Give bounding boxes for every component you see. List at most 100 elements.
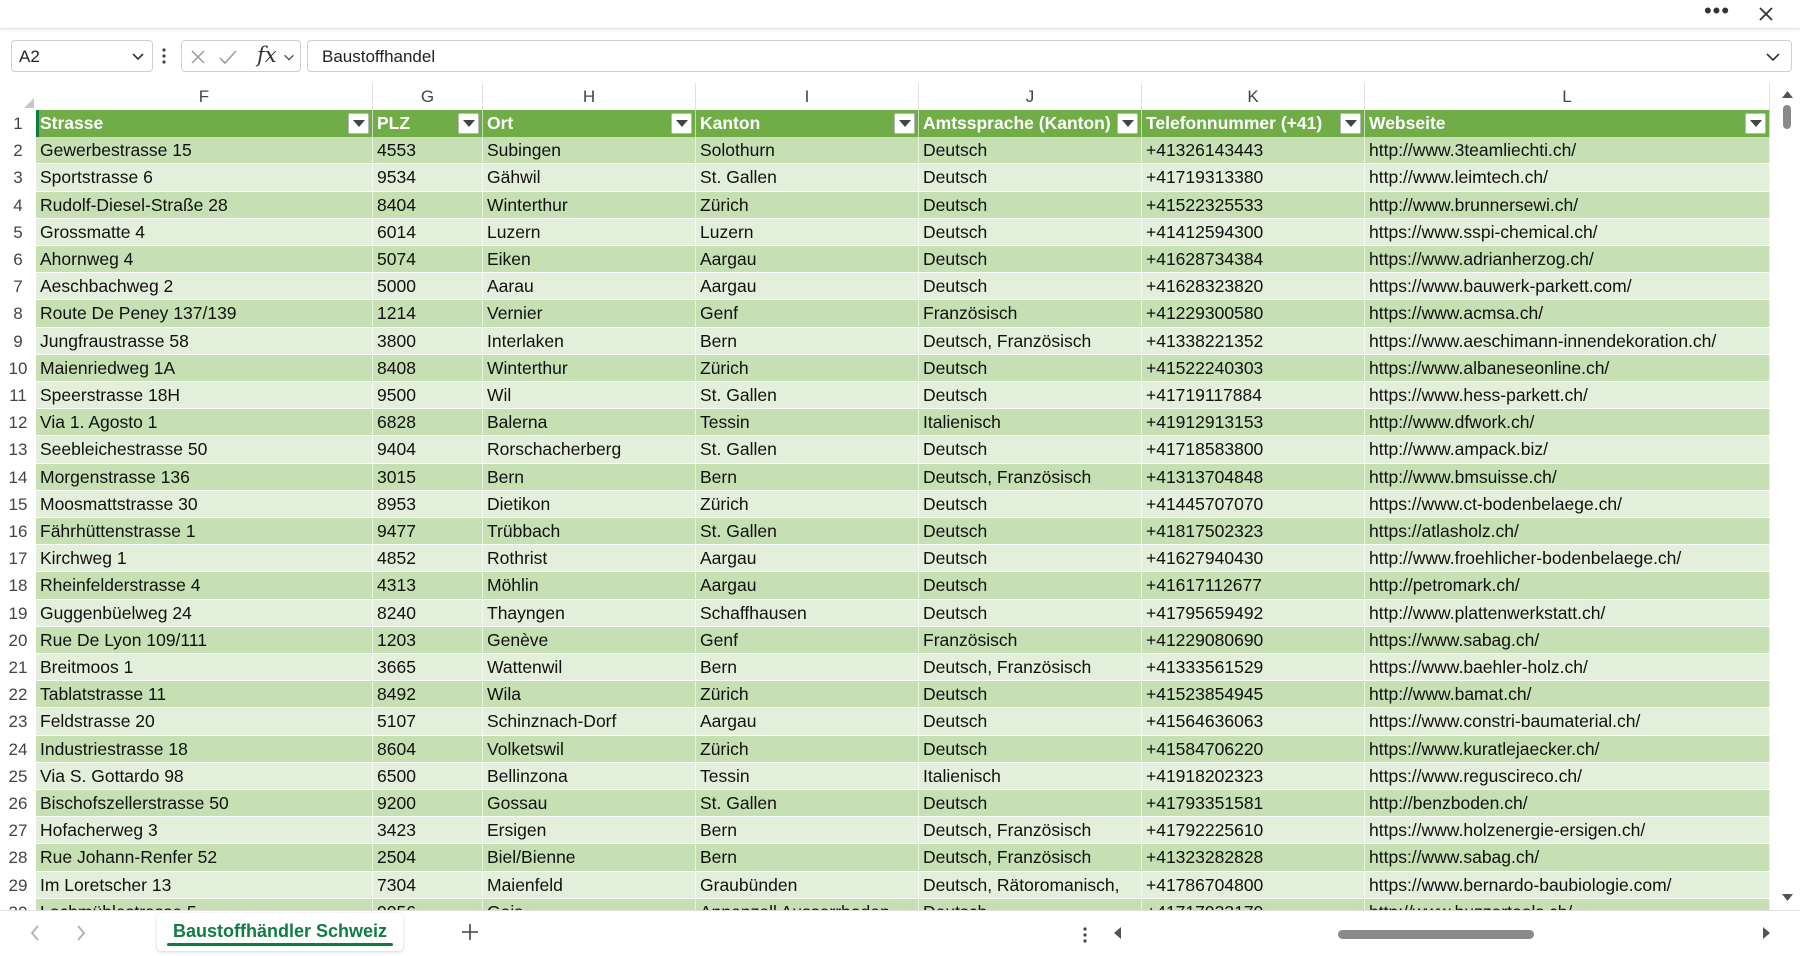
cell-amtssprache[interactable]: Deutsch, Französisch: [919, 654, 1142, 682]
close-button[interactable]: [1752, 3, 1780, 27]
column-header-j[interactable]: J: [919, 83, 1142, 110]
filter-dropdown-button[interactable]: [894, 113, 915, 134]
header-cell-strasse[interactable]: Strasse: [36, 110, 373, 138]
cell-strasse[interactable]: Breitmoos 1: [36, 654, 373, 682]
cell-plz[interactable]: 3423: [373, 817, 483, 845]
cell-webseite[interactable]: http://www.bamat.ch/: [1365, 681, 1770, 709]
cell-strasse[interactable]: Im Loretscher 13: [36, 871, 373, 899]
cell-webseite[interactable]: https://www.sabag.ch/: [1365, 626, 1770, 654]
cell-webseite[interactable]: https://www.hess-parkett.ch/: [1365, 382, 1770, 410]
cell-kanton[interactable]: Tessin: [696, 762, 919, 790]
row-number[interactable]: 11: [0, 382, 36, 410]
cell-plz[interactable]: 9477: [373, 518, 483, 546]
cell-kanton[interactable]: Graubünden: [696, 871, 919, 899]
header-cell-ort[interactable]: Ort: [483, 110, 696, 138]
cell-telefon[interactable]: +41522325533: [1142, 191, 1365, 219]
vertical-dots-icon[interactable]: [160, 47, 168, 65]
cell-telefon[interactable]: +41523854945: [1142, 681, 1365, 709]
cell-ort[interactable]: Luzern: [483, 218, 696, 246]
cell-strasse[interactable]: Rudolf-Diesel-Straße 28: [36, 191, 373, 219]
cell-strasse[interactable]: Seebleichestrasse 50: [36, 436, 373, 464]
cell-amtssprache[interactable]: Deutsch: [919, 246, 1142, 274]
cell-telefon[interactable]: +41792225610: [1142, 817, 1365, 845]
filter-dropdown-button[interactable]: [348, 113, 369, 134]
cell-kanton[interactable]: Bern: [696, 327, 919, 355]
cell-strasse[interactable]: Tablatstrasse 11: [36, 681, 373, 709]
vertical-dots-icon[interactable]: [1082, 926, 1088, 944]
cell-amtssprache[interactable]: Deutsch: [919, 518, 1142, 546]
cell-webseite[interactable]: http://www.bmsuisse.ch/: [1365, 463, 1770, 491]
row-number[interactable]: 14: [0, 463, 36, 491]
column-header-g[interactable]: G: [373, 83, 483, 110]
cell-ort[interactable]: Balerna: [483, 409, 696, 437]
cell-telefon[interactable]: +41584706220: [1142, 735, 1365, 763]
cell-webseite[interactable]: http://www.buzzertools.ch/: [1365, 898, 1770, 910]
cell-kanton[interactable]: Tessin: [696, 409, 919, 437]
row-number[interactable]: 8: [0, 300, 36, 328]
cell-plz[interactable]: 9056: [373, 898, 483, 910]
cell-ort[interactable]: Wila: [483, 681, 696, 709]
cell-strasse[interactable]: Via 1. Agosto 1: [36, 409, 373, 437]
header-cell-amtssprache[interactable]: Amtssprache (Kanton): [919, 110, 1142, 138]
cell-kanton[interactable]: Aargau: [696, 708, 919, 736]
cell-strasse[interactable]: Moosmattstrasse 30: [36, 490, 373, 518]
cell-strasse[interactable]: Rue Johann-Renfer 52: [36, 844, 373, 872]
enter-check-icon[interactable]: [218, 49, 238, 65]
cell-strasse[interactable]: Sportstrasse 6: [36, 164, 373, 192]
cell-kanton[interactable]: Zürich: [696, 354, 919, 382]
cell-webseite[interactable]: https://www.kuratlejaecker.ch/: [1365, 735, 1770, 763]
column-header-f[interactable]: F: [36, 83, 373, 110]
filter-dropdown-button[interactable]: [1340, 113, 1361, 134]
cell-kanton[interactable]: Aargau: [696, 572, 919, 600]
cell-telefon[interactable]: +41719117884: [1142, 382, 1365, 410]
cell-amtssprache[interactable]: Deutsch: [919, 898, 1142, 910]
cell-webseite[interactable]: https://www.sspi-chemical.ch/: [1365, 218, 1770, 246]
cell-strasse[interactable]: Hofacherweg 3: [36, 817, 373, 845]
horizontal-scroll-thumb[interactable]: [1338, 930, 1534, 939]
cell-strasse[interactable]: Rue De Lyon 109/111: [36, 626, 373, 654]
cell-kanton[interactable]: St. Gallen: [696, 436, 919, 464]
name-box[interactable]: A2: [11, 40, 153, 72]
cell-webseite[interactable]: http://www.plattenwerkstatt.ch/: [1365, 599, 1770, 627]
cell-webseite[interactable]: http://www.froehlicher-bodenbelaege.ch/: [1365, 545, 1770, 573]
cell-ort[interactable]: Bern: [483, 463, 696, 491]
cell-ort[interactable]: Volketswil: [483, 735, 696, 763]
cell-telefon[interactable]: +41412594300: [1142, 218, 1365, 246]
add-sheet-icon[interactable]: [458, 920, 482, 944]
cell-kanton[interactable]: Genf: [696, 300, 919, 328]
sheet-tab-active[interactable]: Baustoffhändler Schweiz: [157, 913, 403, 951]
cell-telefon[interactable]: +41817502323: [1142, 518, 1365, 546]
cell-strasse[interactable]: Guggenbüelweg 24: [36, 599, 373, 627]
cell-strasse[interactable]: Jungfraustrasse 58: [36, 327, 373, 355]
cell-kanton[interactable]: Bern: [696, 463, 919, 491]
next-sheet-icon[interactable]: [74, 923, 88, 943]
cell-plz[interactable]: 6828: [373, 409, 483, 437]
row-number[interactable]: 10: [0, 354, 36, 382]
cell-plz[interactable]: 4553: [373, 137, 483, 165]
cell-kanton[interactable]: St. Gallen: [696, 164, 919, 192]
cell-kanton[interactable]: St. Gallen: [696, 382, 919, 410]
cell-kanton[interactable]: Appenzell Ausserrhoden: [696, 898, 919, 910]
cell-ort[interactable]: Genève: [483, 626, 696, 654]
row-number[interactable]: 12: [0, 409, 36, 437]
cell-strasse[interactable]: Route De Peney 137/139: [36, 300, 373, 328]
cell-plz[interactable]: 4313: [373, 572, 483, 600]
cell-telefon[interactable]: +41445707070: [1142, 490, 1365, 518]
cell-amtssprache[interactable]: Deutsch, Französisch: [919, 817, 1142, 845]
cell-amtssprache[interactable]: Deutsch: [919, 572, 1142, 600]
cell-amtssprache[interactable]: Deutsch: [919, 708, 1142, 736]
scroll-left-icon[interactable]: [1112, 926, 1122, 940]
cell-plz[interactable]: 9500: [373, 382, 483, 410]
cell-webseite[interactable]: https://www.ct-bodenbelaege.ch/: [1365, 490, 1770, 518]
cell-ort[interactable]: Gähwil: [483, 164, 696, 192]
vertical-scrollbar[interactable]: [1775, 83, 1800, 910]
cell-plz[interactable]: 2504: [373, 844, 483, 872]
cell-ort[interactable]: Thayngen: [483, 599, 696, 627]
row-number[interactable]: 17: [0, 545, 36, 573]
cell-amtssprache[interactable]: Deutsch: [919, 436, 1142, 464]
cell-webseite[interactable]: http://www.brunnersewi.ch/: [1365, 191, 1770, 219]
cell-kanton[interactable]: St. Gallen: [696, 790, 919, 818]
cell-plz[interactable]: 4852: [373, 545, 483, 573]
cell-amtssprache[interactable]: Deutsch: [919, 599, 1142, 627]
cell-webseite[interactable]: https://atlasholz.ch/: [1365, 518, 1770, 546]
